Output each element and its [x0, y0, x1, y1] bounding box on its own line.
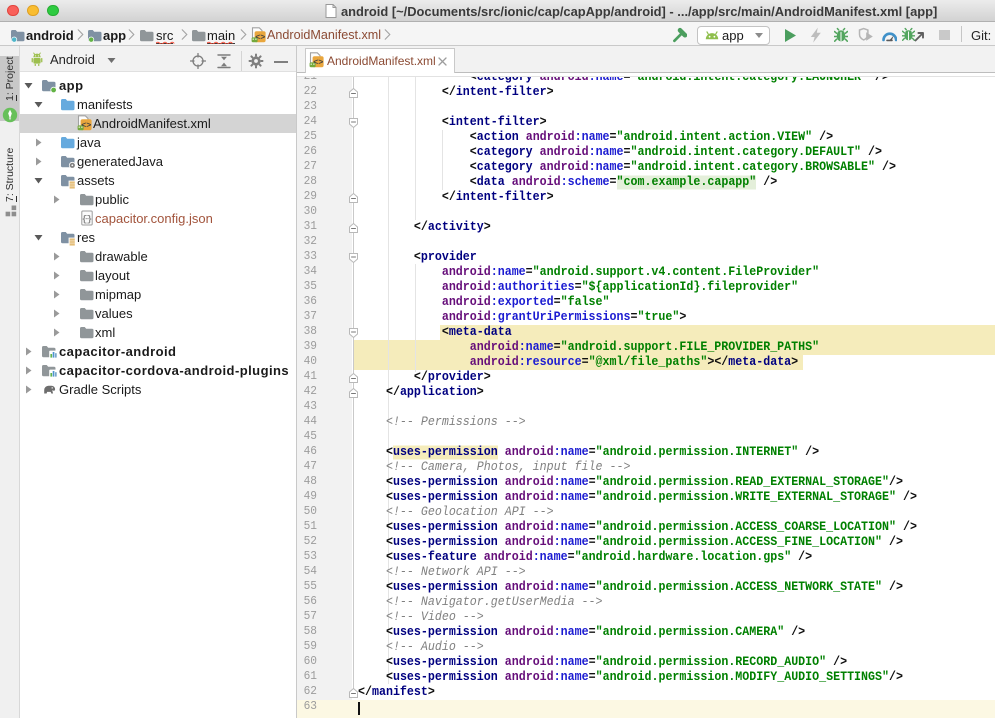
svg-text:}: }: [87, 213, 93, 224]
svg-text:<>: <>: [255, 33, 265, 43]
svg-text:<>: <>: [81, 120, 91, 130]
svg-text:<>: <>: [313, 58, 323, 68]
